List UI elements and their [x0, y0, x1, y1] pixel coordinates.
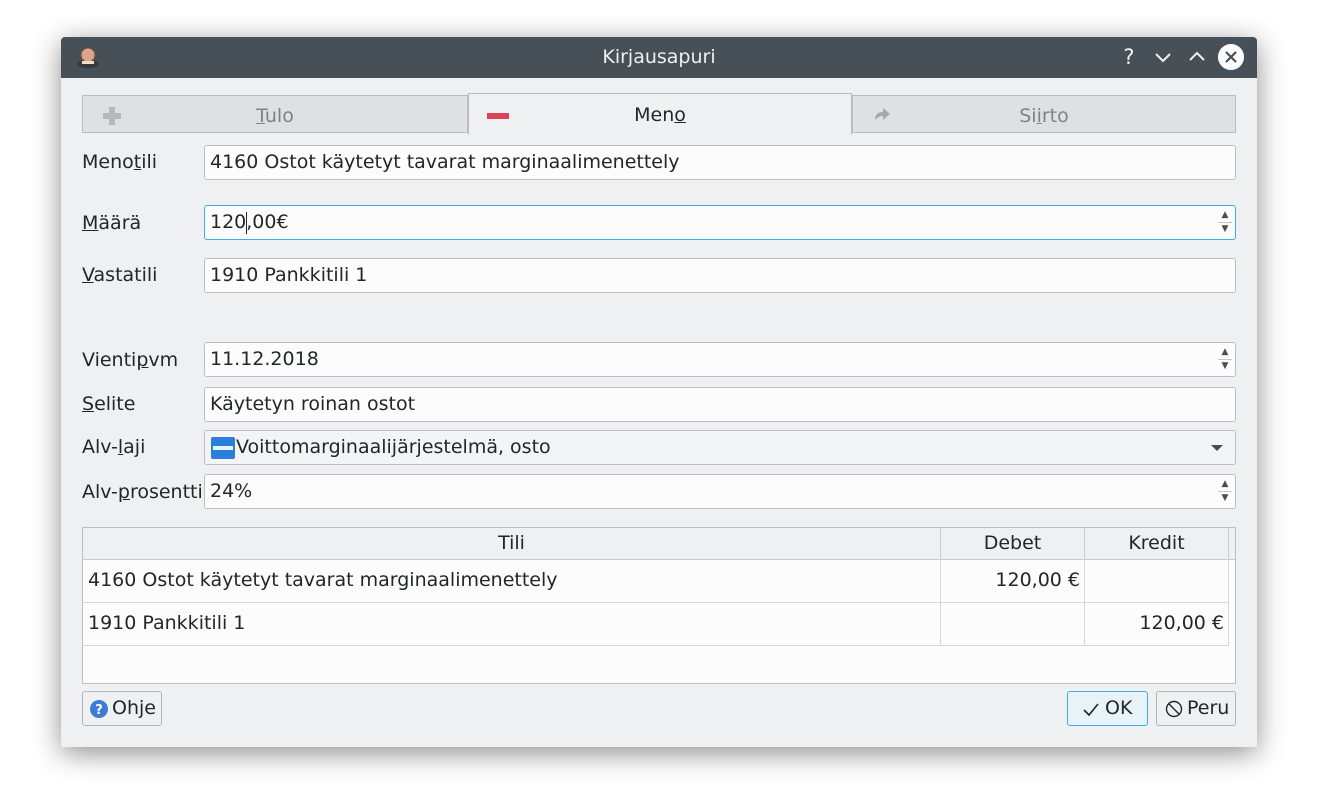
cell-debet[interactable] — [941, 602, 1085, 645]
alvprosentti-label: Alv-prosentti — [82, 481, 203, 503]
minus-icon — [487, 113, 509, 119]
table-row[interactable]: 1910 Pankkitili 1 120,00 € — [83, 602, 1229, 646]
vat-type-icon — [211, 437, 235, 459]
selite-label: Selite — [82, 393, 136, 415]
entry-type-tabs: Tulo Meno Siirto — [82, 93, 1236, 135]
close-icon[interactable] — [1218, 44, 1244, 70]
ok-button[interactable]: OK — [1067, 691, 1148, 726]
menotili-label: Menotili — [82, 151, 158, 173]
date-spinbox[interactable]: ▲ ▼ — [1218, 346, 1232, 373]
cell-kredit[interactable]: 120,00 € — [1085, 602, 1229, 645]
maara-field[interactable]: 120,00€ ▲ ▼ — [204, 205, 1236, 240]
plus-icon — [103, 107, 121, 125]
tab-label: Meno — [634, 104, 686, 126]
vastatili-field[interactable]: 1910 Pankkitili 1 — [204, 258, 1236, 293]
tab-tulo[interactable]: Tulo — [82, 95, 468, 133]
cell-tili[interactable]: 4160 Ostot käytetyt tavarat marginaalime… — [83, 559, 941, 602]
menotili-field[interactable]: 4160 Ostot käytetyt tavarat marginaalime… — [204, 145, 1236, 180]
cancel-button[interactable]: Peru — [1156, 691, 1236, 726]
alvlaji-combobox[interactable]: Voittomarginaalijärjestelmä, osto — [204, 430, 1236, 465]
spin-up-icon[interactable]: ▲ — [1218, 478, 1232, 491]
checkmark-icon — [1083, 703, 1099, 717]
help-circle-icon: ? — [90, 700, 108, 718]
alvprosentti-field[interactable]: 24% ▲ ▼ — [204, 474, 1236, 509]
svg-text:?: ? — [95, 703, 103, 718]
minimize-icon[interactable] — [1150, 44, 1176, 70]
help-button[interactable]: ? Ohje — [82, 691, 162, 726]
maara-label: Määrä — [82, 212, 142, 234]
cell-kredit[interactable] — [1085, 559, 1229, 602]
maximize-icon[interactable] — [1184, 44, 1210, 70]
window-title: Kirjausapuri — [602, 46, 716, 68]
selite-field[interactable]: Käytetyn roinan ostot — [204, 387, 1236, 422]
titlebar[interactable]: Kirjausapuri ? — [61, 37, 1257, 78]
table-row[interactable]: 4160 Ostot käytetyt tavarat marginaalime… — [83, 559, 1229, 603]
percent-spinbox[interactable]: ▲ ▼ — [1218, 478, 1232, 505]
column-header-debet[interactable]: Debet — [941, 528, 1085, 559]
cell-tili[interactable]: 1910 Pankkitili 1 — [83, 602, 941, 645]
redo-arrow-icon — [875, 108, 890, 120]
spin-up-icon[interactable]: ▲ — [1218, 209, 1232, 222]
table-header: Tili Debet Kredit — [83, 528, 1235, 560]
spin-up-icon[interactable]: ▲ — [1218, 346, 1232, 359]
vastatili-label: Vastatili — [82, 264, 158, 286]
dialog-window: Kirjausapuri ? Tulo Meno Siirto Menotili… — [61, 37, 1257, 747]
entries-table: Tili Debet Kredit 4160 Ostot käytetyt ta… — [82, 527, 1236, 684]
column-header-tili[interactable]: Tili — [83, 528, 941, 559]
cell-debet[interactable]: 120,00 € — [941, 559, 1085, 602]
maara-spinbox[interactable]: ▲ ▼ — [1218, 209, 1232, 236]
spin-down-icon[interactable]: ▼ — [1218, 223, 1232, 236]
alvlaji-label: Alv-laji — [82, 436, 146, 458]
spin-down-icon[interactable]: ▼ — [1218, 492, 1232, 505]
help-icon[interactable]: ? — [1116, 44, 1142, 70]
tab-label: Tulo — [256, 105, 294, 127]
vientipvm-label: Vientipvm — [82, 349, 179, 371]
chevron-down-icon[interactable] — [1211, 445, 1223, 451]
tab-siirto[interactable]: Siirto — [852, 95, 1236, 133]
spin-down-icon[interactable]: ▼ — [1218, 360, 1232, 373]
vientipvm-field[interactable]: 11.12.2018 ▲ ▼ — [204, 342, 1236, 377]
cancel-icon — [1165, 700, 1183, 718]
tab-meno[interactable]: Meno — [468, 93, 852, 135]
tab-label: Siirto — [1019, 105, 1069, 127]
column-header-kredit[interactable]: Kredit — [1085, 528, 1229, 559]
